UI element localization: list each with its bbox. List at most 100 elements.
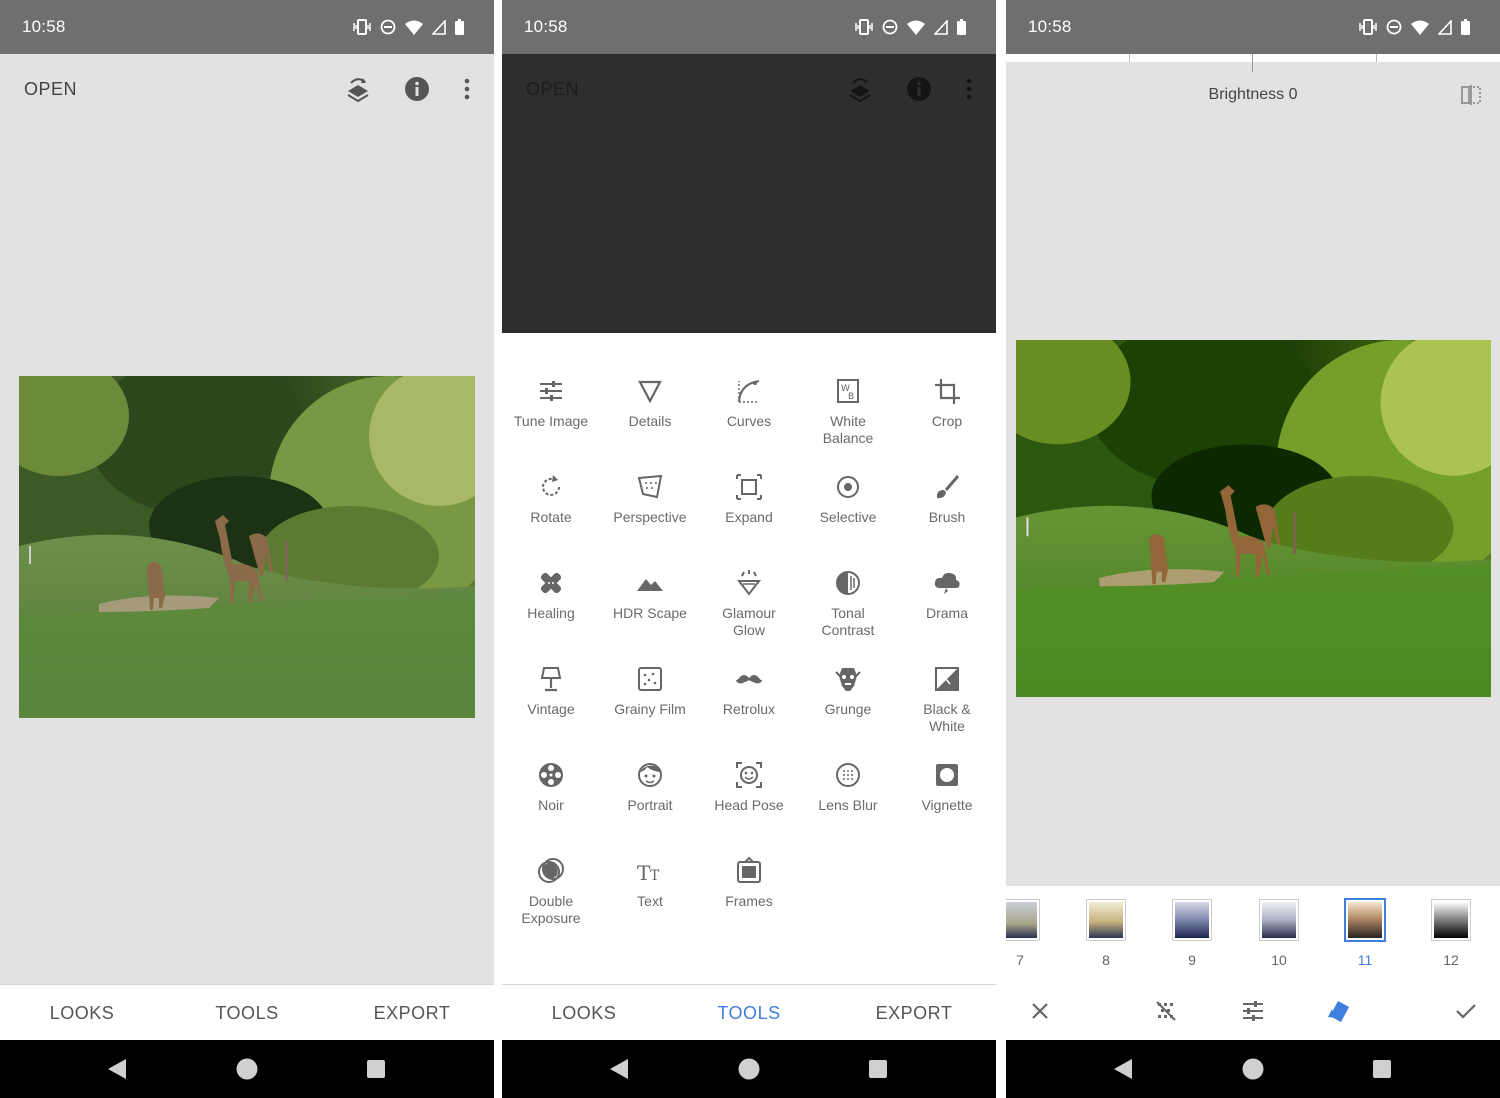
status-time: 10:58 (524, 17, 568, 36)
white-balance-icon: WB (837, 379, 859, 403)
tool-expand[interactable]: Expand (700, 472, 798, 562)
open-button[interactable]: OPEN (24, 79, 77, 100)
filter-thumbnail[interactable] (1087, 900, 1125, 940)
filter-thumbnail[interactable] (1173, 900, 1211, 940)
compare-icon[interactable] (1460, 84, 1482, 106)
battery-icon (455, 19, 464, 35)
tool-lens-blur[interactable]: Lens Blur (799, 760, 897, 850)
filter-item[interactable]: 7 (1006, 900, 1039, 968)
tool-healing[interactable]: Healing (502, 568, 600, 658)
tool-label: Text (637, 893, 663, 909)
dimmed-top-bar[interactable]: OPEN (502, 54, 996, 333)
rotate-icon (542, 475, 560, 496)
ruler-tick (1129, 54, 1130, 62)
adjustment-ruler[interactable] (1006, 54, 1500, 62)
tab-export[interactable]: EXPORT (352, 1003, 472, 1024)
signal-icon (934, 19, 948, 35)
apply-check-icon[interactable] (1453, 998, 1479, 1024)
action-bar (1006, 982, 1500, 1040)
status-time: 10:58 (22, 17, 66, 36)
recents-nav-icon[interactable] (869, 1060, 887, 1078)
recents-nav-icon[interactable] (1373, 1060, 1391, 1078)
tool-label: Retrolux (722, 701, 776, 717)
tool-vignette[interactable]: Vignette (898, 760, 996, 850)
tool-drama[interactable]: Drama (898, 568, 996, 658)
tool-glamour-glow[interactable]: Glamour Glow (700, 568, 798, 658)
filter-thumbnail[interactable] (1006, 900, 1039, 940)
recents-nav-icon[interactable] (367, 1060, 385, 1078)
home-nav-icon[interactable] (236, 1058, 258, 1080)
home-nav-icon[interactable] (1242, 1058, 1264, 1080)
tool-portrait[interactable]: Portrait (601, 760, 699, 850)
tool-crop[interactable]: Crop (898, 376, 996, 466)
tool-tune-image[interactable]: Tune Image (502, 376, 600, 466)
tool-frames[interactable]: Frames (700, 856, 798, 946)
filter-item[interactable]: 8 (1087, 900, 1125, 968)
tools-menu-screen: 10:58 OPEN Tune Image Details Curves W B Whit… (502, 0, 996, 1098)
tool-details[interactable]: Details (601, 376, 699, 466)
tool-curves[interactable]: Curves (700, 376, 798, 466)
details-triangle-icon (638, 380, 662, 404)
tool-text[interactable]: T T Text (601, 856, 699, 946)
tool-vintage[interactable]: Vintage (502, 664, 600, 754)
filter-item[interactable]: 11 (1346, 900, 1384, 968)
info-icon[interactable] (402, 74, 432, 104)
tool-selective[interactable]: Selective (799, 472, 897, 562)
vintage-lamp-icon (540, 667, 562, 692)
tool-label: Double Exposure (521, 893, 581, 926)
tool-brush[interactable]: Brush (898, 472, 996, 562)
filter-item[interactable]: 12 (1432, 900, 1470, 968)
cancel-icon[interactable] (1027, 998, 1053, 1024)
photo-preview[interactable] (19, 376, 475, 718)
tab-looks[interactable]: LOOKS (524, 1003, 644, 1024)
tool-grunge[interactable]: Grunge (799, 664, 897, 754)
tool-hdr-scape[interactable]: HDR Scape (601, 568, 699, 658)
nav-bar (502, 1040, 996, 1098)
more-vert-icon[interactable] (452, 74, 482, 104)
style-icon[interactable] (1326, 998, 1352, 1024)
tool-label: Details (628, 413, 672, 429)
tool-black-white[interactable]: Black & White (898, 664, 996, 754)
tool-label: White Balance (822, 413, 874, 446)
back-nav-icon[interactable] (107, 1058, 127, 1080)
glamour-glow-icon (736, 570, 762, 596)
tool-tonal-contrast[interactable]: Tonal Contrast (799, 568, 897, 658)
tool-head-pose[interactable]: Head Pose (700, 760, 798, 850)
home-nav-icon[interactable] (738, 1058, 760, 1080)
filter-thumbnail[interactable] (1432, 900, 1470, 940)
tool-double-exposure[interactable]: Double Exposure (502, 856, 600, 946)
tool-noir[interactable]: Noir (502, 760, 600, 850)
filter-item[interactable]: 9 (1173, 900, 1211, 968)
grainy-film-icon (638, 667, 662, 691)
photo-preview[interactable] (1016, 340, 1491, 697)
tune-icon[interactable] (1240, 998, 1266, 1024)
status-icons (1359, 17, 1470, 37)
status-icons (353, 17, 464, 37)
tool-label: Frames (725, 893, 773, 909)
perspective-icon (637, 474, 663, 499)
tab-looks[interactable]: LOOKS (22, 1003, 142, 1024)
back-nav-icon[interactable] (609, 1058, 629, 1080)
layers-undo-icon[interactable] (343, 74, 373, 104)
tab-tools[interactable]: TOOLS (187, 1003, 307, 1024)
filter-number: 9 (1188, 952, 1196, 968)
back-nav-icon[interactable] (1113, 1058, 1133, 1080)
tool-perspective[interactable]: Perspective (601, 472, 699, 562)
filter-thumbnail[interactable] (1260, 900, 1298, 940)
tool-retrolux[interactable]: Retrolux (700, 664, 798, 754)
text-icon: TT (637, 861, 660, 885)
tab-export[interactable]: EXPORT (854, 1003, 974, 1024)
mask-icon[interactable] (1153, 998, 1179, 1024)
filter-number: 10 (1271, 952, 1287, 968)
vibrate-icon (353, 19, 371, 35)
tool-white-balance[interactable]: W B White Balance (799, 376, 897, 466)
filter-thumbnail[interactable] (1346, 900, 1384, 940)
filter-strip: 7 8 9 10 11 12 (1006, 886, 1500, 982)
vibrate-icon (855, 19, 873, 35)
tool-label: Expand (725, 509, 773, 525)
filter-item[interactable]: 10 (1260, 900, 1298, 968)
tab-tools[interactable]: TOOLS (689, 1003, 809, 1024)
tool-rotate[interactable]: Rotate (502, 472, 600, 562)
editor-home-screen: 10:58 OPEN LOOKS TOOLS EXPORT (0, 0, 494, 1098)
tool-grainy-film[interactable]: Grainy Film (601, 664, 699, 754)
